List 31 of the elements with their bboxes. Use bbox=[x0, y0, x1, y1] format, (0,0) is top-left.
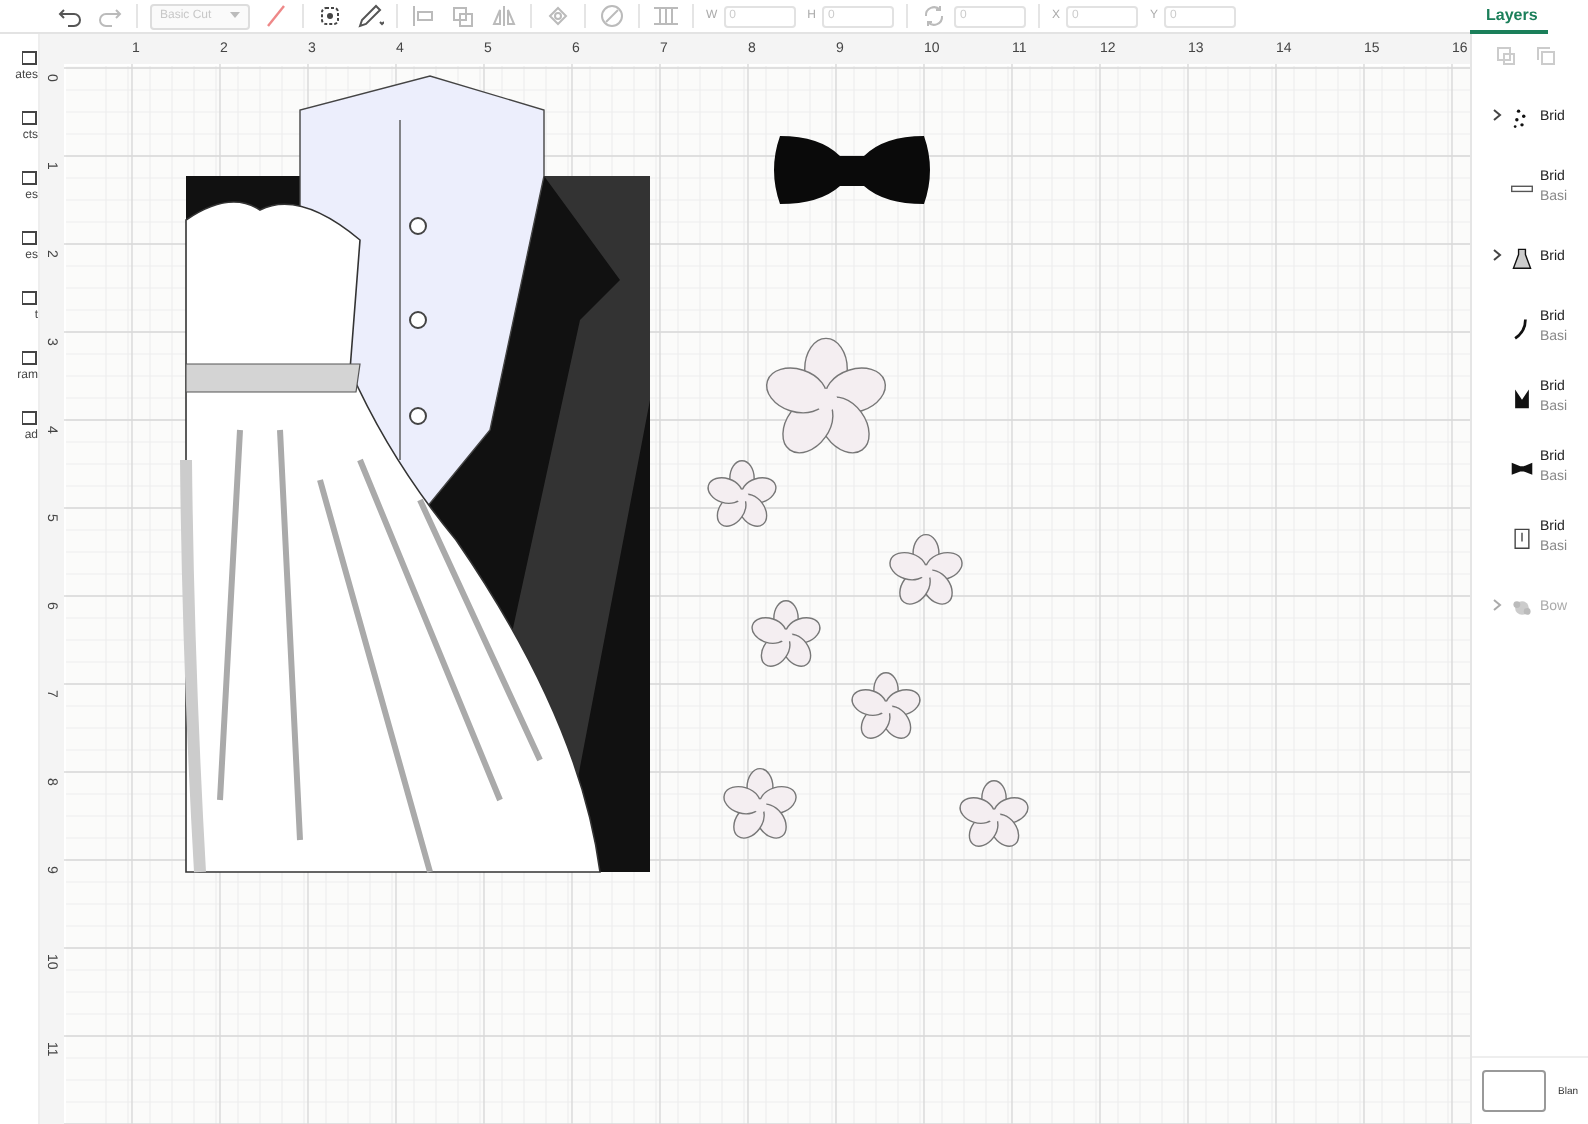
sidebar-icon[interactable] bbox=[22, 110, 38, 126]
bow-tie-icon bbox=[1511, 461, 1533, 474]
sidebar-icon[interactable] bbox=[22, 230, 38, 246]
flower-icon bbox=[1513, 600, 1531, 614]
offset-icon[interactable] bbox=[316, 4, 344, 28]
align-icon[interactable] bbox=[410, 4, 438, 28]
flip-icon[interactable] bbox=[490, 4, 518, 28]
pencil-icon[interactable] bbox=[356, 4, 384, 28]
dots-icon bbox=[1513, 108, 1526, 127]
canvas-thumbnail[interactable] bbox=[1482, 1070, 1546, 1112]
sidebar-icon[interactable] bbox=[22, 410, 38, 426]
sidebar-icon[interactable] bbox=[22, 350, 38, 366]
pen-color-icon[interactable] bbox=[262, 4, 290, 28]
undo-icon[interactable] bbox=[56, 4, 84, 28]
chevron-icon[interactable] bbox=[1492, 108, 1502, 122]
group-icon[interactable] bbox=[1496, 46, 1516, 66]
rotate-icon[interactable] bbox=[920, 4, 949, 28]
sidebar-icon[interactable] bbox=[22, 290, 38, 306]
distribute-icon[interactable] bbox=[652, 4, 680, 28]
arrange-icon[interactable] bbox=[450, 4, 478, 28]
chevron-icon[interactable] bbox=[1492, 248, 1502, 262]
duplicate-icon[interactable] bbox=[1536, 46, 1556, 66]
caret-icon bbox=[230, 12, 240, 20]
layers-tab[interactable]: Layers bbox=[1470, 6, 1548, 34]
sidebar-icon[interactable] bbox=[22, 170, 38, 186]
vest-icon bbox=[1515, 388, 1529, 408]
redo-icon[interactable] bbox=[96, 4, 124, 28]
curve-icon bbox=[1514, 318, 1527, 339]
shirt-icon bbox=[1514, 527, 1530, 548]
sidebar-icon[interactable] bbox=[22, 50, 38, 66]
rectangle-icon bbox=[1511, 184, 1533, 192]
